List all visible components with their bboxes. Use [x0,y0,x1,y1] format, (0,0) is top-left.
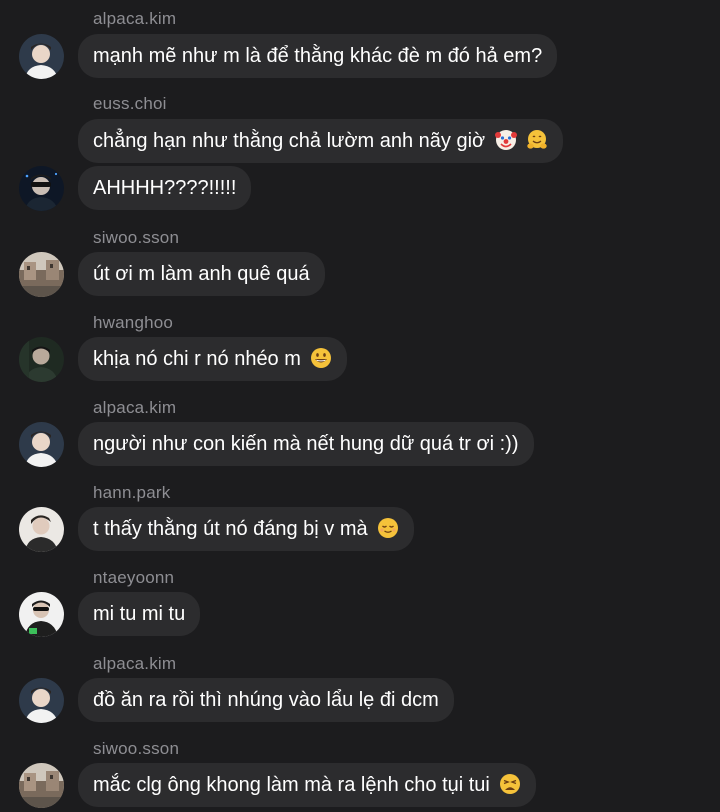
message-text: AHHHH????!!!!! [93,177,237,199]
message-bubble[interactable]: đồ ăn ra rồi thì nhúng vào lẩu lẹ đi dcm [78,678,454,722]
sender-name: siwoo.sson [93,739,180,758]
message-bubble[interactable]: út ơi m làm anh quê quá [78,252,325,296]
message-bubble[interactable]: người như con kiến mà nết hung dữ quá tr… [78,422,534,466]
sender-name: hann.park [93,483,171,502]
relieved-face-icon [378,518,399,538]
message-bubble[interactable]: chẳng hạn như thằng chả lườm anh nãy giờ [78,119,564,163]
avatar-siwoo-sson[interactable] [19,252,64,297]
message-bubble[interactable]: AHHHH????!!!!! [78,166,252,210]
sender-name: hwanghoo [93,313,174,332]
message-bubble[interactable]: khịa nó chi r nó nhéo m [78,337,348,381]
sender-name: ntaeyoonn [93,568,175,587]
message-text: đồ ăn ra rồi thì nhúng vào lẩu lẹ đi dcm [93,689,439,711]
message-text: khịa nó chi r nó nhéo m [93,348,301,370]
message-bubble[interactable]: mi tu mi tu [78,592,201,636]
message-text: mắc clg ông khong làm mà ra lệnh cho tụi… [93,774,490,796]
message-text: út ơi m làm anh quê quá [93,263,310,285]
weary-face-icon [500,774,521,794]
avatar-alpaca-kim[interactable] [19,422,64,467]
avatar-alpaca-kim[interactable] [19,34,64,79]
clown-face-icon [494,130,517,150]
avatar-siwoo-sson[interactable] [19,763,64,808]
message-bubble[interactable]: mạnh mẽ như m là để thằng khác đè m đó h… [78,34,558,78]
message-text: t thấy thằng út nó đáng bị v mà [93,518,368,540]
avatar-ntaeyoonn[interactable] [19,592,64,637]
chat-thread: alpaca.kim mạnh mẽ như m là để thằng khá… [0,0,720,812]
grinning-face-icon [311,348,332,368]
message-text: người như con kiến mà nết hung dữ quá tr… [93,433,519,455]
hugging-face-icon [527,130,547,149]
avatar-hwanghoo[interactable] [19,337,64,382]
sender-name: alpaca.kim [93,398,177,417]
avatar-hann-park[interactable] [19,507,64,552]
sender-name: siwoo.sson [93,228,180,247]
avatar-euss-choi[interactable] [19,166,64,211]
sender-name: euss.choi [93,94,167,113]
message-text: chẳng hạn như thằng chả lườm anh nãy giờ [93,130,486,152]
message-bubble[interactable]: mắc clg ông khong làm mà ra lệnh cho tụi… [78,763,537,807]
avatar-alpaca-kim[interactable] [19,678,64,723]
message-text: mạnh mẽ như m là để thằng khác đè m đó h… [93,45,543,67]
message-bubble[interactable]: t thấy thằng út nó đáng bị v mà [78,507,415,551]
sender-name: alpaca.kim [93,654,177,673]
sender-name: alpaca.kim [93,9,177,28]
message-text: mi tu mi tu [93,603,186,625]
